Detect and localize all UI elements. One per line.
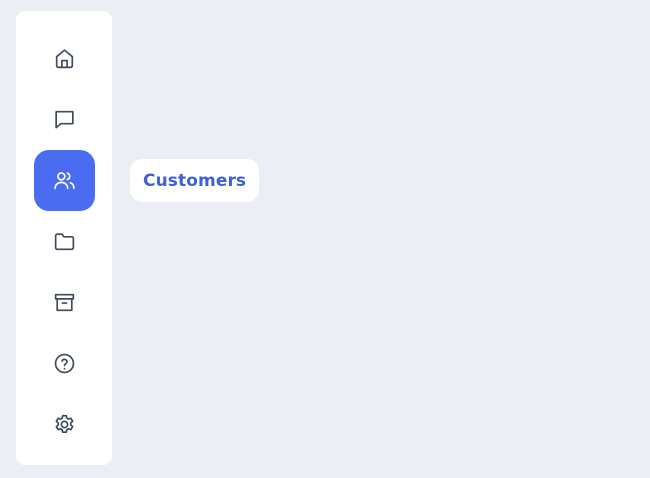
tooltip-customers: Customers [130, 159, 260, 202]
sidebar-item-customers[interactable] [34, 150, 95, 211]
sidebar [16, 11, 112, 465]
users-icon [54, 172, 75, 190]
sidebar-item-messages[interactable] [34, 89, 95, 150]
folder-icon [54, 233, 75, 251]
archive-icon [54, 293, 75, 312]
gear-icon [55, 414, 74, 434]
page: Customers [0, 0, 650, 478]
tooltip-label: Customers [143, 170, 247, 191]
sidebar-item-files[interactable] [34, 211, 95, 272]
sidebar-item-home[interactable] [34, 28, 95, 89]
chat-icon [55, 110, 74, 129]
help-icon [54, 353, 75, 374]
sidebar-item-help[interactable] [34, 333, 95, 394]
sidebar-item-settings[interactable] [34, 394, 95, 455]
home-icon [55, 49, 74, 69]
sidebar-item-archive[interactable] [34, 272, 95, 333]
